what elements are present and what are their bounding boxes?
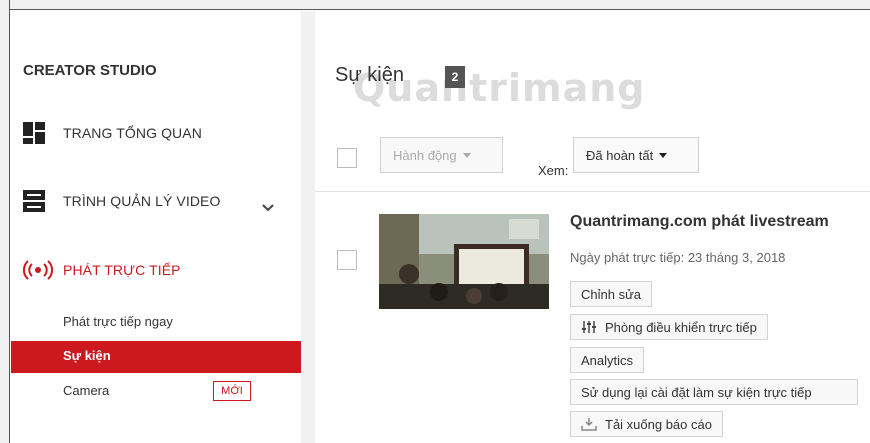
sidebar-item-label: PHÁT TRỰC TIẾP: [63, 262, 181, 278]
download-icon: [581, 417, 597, 431]
actions-label: Hành động: [393, 147, 457, 163]
edit-label: Chỉnh sửa: [581, 286, 642, 302]
control-room-icon: [581, 320, 597, 334]
dashboard-icon: [23, 122, 45, 144]
sidebar-item-dashboard[interactable]: TRANG TỔNG QUAN: [23, 121, 202, 145]
view-label: Xem:: [538, 163, 569, 178]
sidebar-subitem-live-now[interactable]: Phát trực tiếp ngay: [63, 314, 173, 329]
reuse-settings-button[interactable]: Sử dụng lại cài đặt làm sự kiện trực tiế…: [570, 379, 858, 405]
actions-dropdown[interactable]: Hành động: [380, 137, 503, 173]
creator-studio-title[interactable]: CREATOR STUDIO: [23, 62, 157, 79]
edit-button[interactable]: Chỉnh sửa: [570, 281, 653, 307]
main-content: Quantrimang Sự kiện 2 Hành động Xem: Đã …: [315, 11, 870, 443]
panel-gap: [301, 11, 315, 443]
chevron-down-icon[interactable]: [259, 199, 277, 217]
sidebar-item-label: TRANG TỔNG QUAN: [63, 125, 202, 141]
view-filter-select[interactable]: Đã hoàn tất: [573, 137, 699, 173]
event-count-badge: 2: [445, 66, 465, 88]
control-room-label: Phòng điều khiển trực tiếp: [605, 319, 757, 335]
analytics-button[interactable]: Analytics: [570, 347, 645, 373]
caret-down-icon: [659, 152, 668, 158]
sidebar-subitem-events-highlight[interactable]: [11, 341, 301, 373]
video-manager-icon: [23, 190, 45, 212]
sidebar-item-video-manager[interactable]: TRÌNH QUẢN LÝ VIDEO: [23, 189, 220, 213]
download-report-button[interactable]: Tải xuống báo cáo: [570, 411, 723, 437]
sidebar: CREATOR STUDIO TRANG TỔNG QUAN TRÌNH QUẢ…: [11, 11, 301, 443]
video-title[interactable]: Quantrimang.com phát livestream: [570, 213, 829, 231]
reuse-settings-label: Sử dụng lại cài đặt làm sự kiện trực tiế…: [581, 384, 812, 400]
live-broadcast-icon: [22, 259, 54, 281]
video-row-checkbox[interactable]: [337, 250, 357, 270]
live-control-room-button[interactable]: Phòng điều khiển trực tiếp: [570, 314, 768, 340]
download-report-label: Tải xuống báo cáo: [605, 416, 712, 432]
select-all-checkbox[interactable]: [337, 148, 357, 168]
video-thumbnail[interactable]: [379, 214, 549, 309]
window-top-edge: [0, 0, 870, 10]
new-badge: MỚI: [213, 381, 251, 401]
view-filter-value: Đã hoàn tất: [586, 147, 654, 163]
caret-down-icon: [462, 152, 471, 158]
sidebar-subitem-camera[interactable]: Camera: [63, 383, 109, 398]
divider: [315, 191, 870, 192]
video-date: Ngày phát trực tiếp: 23 tháng 3, 2018: [570, 250, 786, 265]
analytics-label: Analytics: [581, 352, 634, 368]
window-left-edge: [0, 0, 10, 443]
sidebar-item-live-streaming[interactable]: PHÁT TRỰC TIẾP: [22, 258, 181, 282]
sidebar-subitem-events[interactable]: Sự kiện: [63, 348, 111, 363]
sidebar-item-label: TRÌNH QUẢN LÝ VIDEO: [63, 193, 221, 209]
page-title: Sự kiện: [335, 64, 404, 86]
